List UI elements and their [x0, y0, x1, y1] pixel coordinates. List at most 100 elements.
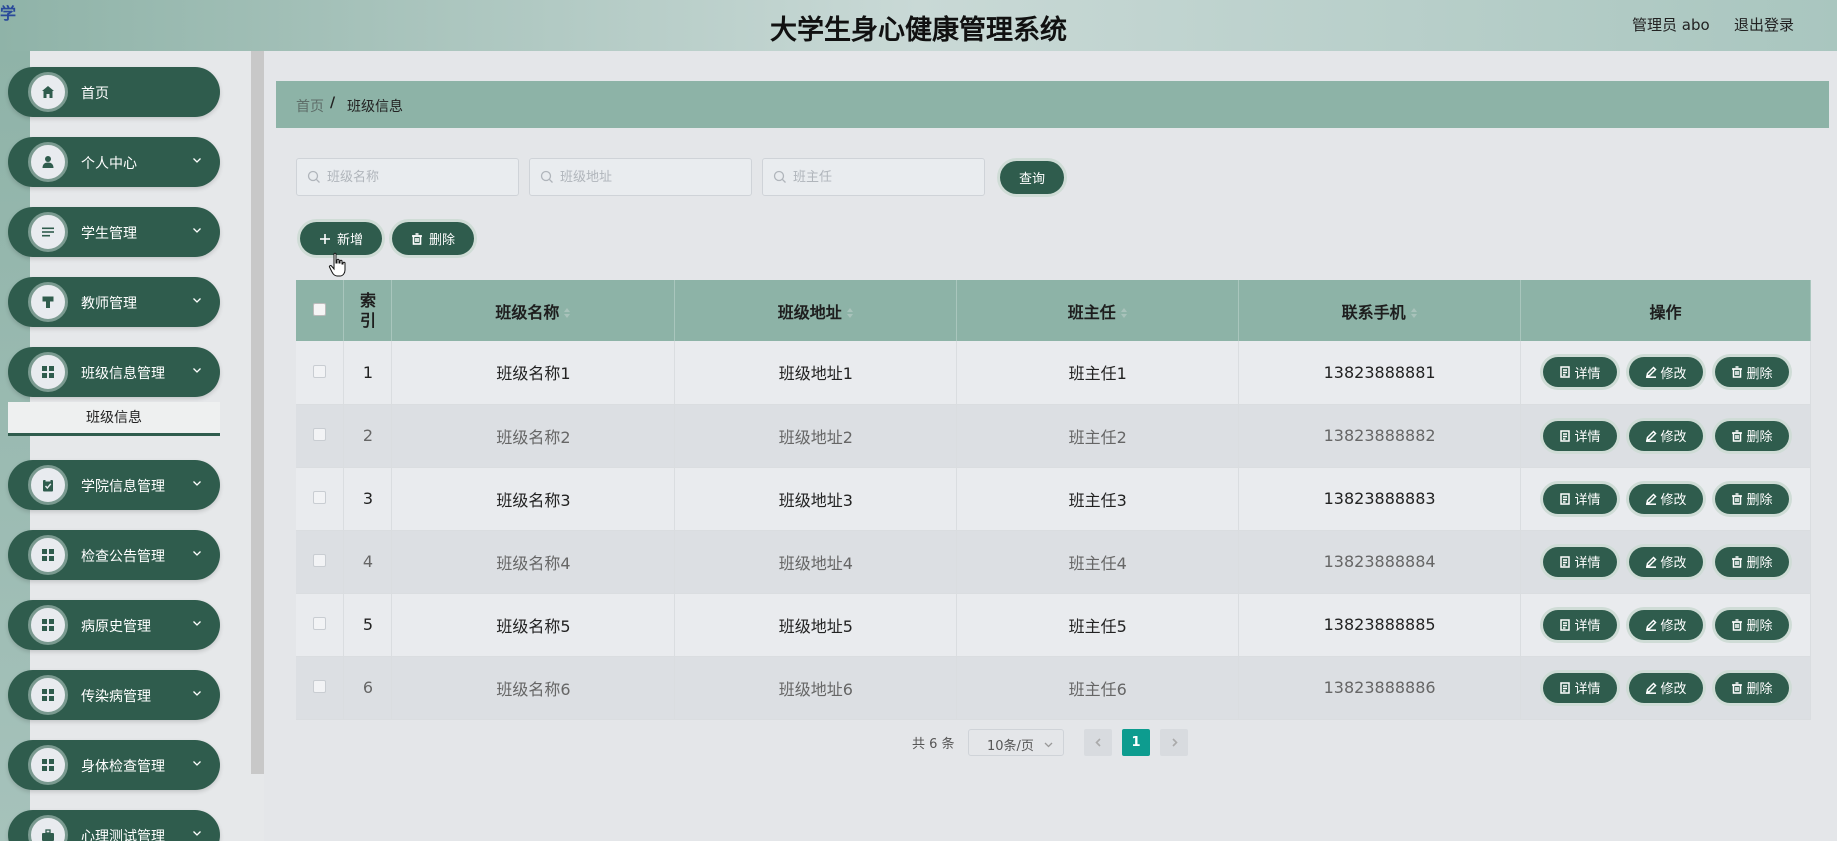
phone-cell: 13823888884	[1238, 530, 1522, 594]
delete-button[interactable]: 删除	[1714, 357, 1789, 388]
sidebar-item[interactable]: 个人中心	[8, 137, 220, 187]
detail-button-label: 详情	[1574, 682, 1601, 697]
edit-button[interactable]: 修改	[1628, 420, 1703, 451]
class-address-header[interactable]: 班级地址	[674, 280, 958, 341]
document-icon	[1559, 429, 1570, 442]
class-name-search-input[interactable]	[327, 159, 512, 195]
trash-icon	[1731, 555, 1742, 568]
detail-button[interactable]: 详情	[1542, 672, 1617, 703]
sidebar-item-label: 班级信息管理	[81, 366, 165, 382]
phone-header[interactable]: 联系手机	[1238, 280, 1522, 341]
phone-header-label: 联系手机	[1341, 302, 1406, 322]
head-teacher-search-input[interactable]	[793, 159, 978, 195]
delete-button-label: 删除	[1746, 366, 1773, 382]
sort-icon	[564, 308, 571, 318]
row-checkbox[interactable]	[313, 554, 327, 567]
detail-button-label: 详情	[1574, 493, 1601, 508]
class-address-cell: 班级地址6	[674, 656, 958, 720]
chevron-down-icon	[193, 551, 201, 556]
class-address-search-field[interactable]	[529, 158, 752, 196]
sidebar-item[interactable]: 学院信息管理	[8, 460, 220, 510]
edit-button[interactable]: 修改	[1628, 672, 1703, 703]
delete-button-label: 删除	[1746, 619, 1773, 634]
sidebar-item[interactable]: 传染病管理	[8, 670, 220, 720]
edit-icon	[1645, 492, 1657, 505]
class-address-search-input[interactable]	[560, 159, 745, 195]
breadcrumb-current: 班级信息	[347, 99, 403, 115]
chevron-down-icon	[193, 691, 201, 696]
class-name-cell: 班级名称4	[391, 530, 676, 594]
trash-icon	[411, 232, 422, 245]
sidebar-item-label: 病原史管理	[81, 619, 151, 635]
delete-button[interactable]: 删除	[1714, 609, 1789, 640]
actions-cell: 详情 修改 删除	[1520, 467, 1811, 531]
sidebar-item[interactable]: 教师管理	[8, 277, 220, 327]
row-select-cell	[296, 341, 345, 405]
class-address-header-label: 班级地址	[777, 302, 842, 322]
breadcrumb-home-link[interactable]: 首页	[296, 96, 324, 116]
select-all-checkbox[interactable]	[313, 303, 327, 316]
pagination-total: 共 6 条	[912, 737, 955, 752]
grid-icon	[42, 366, 54, 378]
sidebar-item[interactable]: 身体检查管理	[8, 740, 220, 790]
batch-delete-button[interactable]: 删除	[392, 222, 474, 255]
head-teacher-header[interactable]: 班主任	[956, 280, 1240, 341]
sidebar-item[interactable]: 学生管理	[8, 207, 220, 257]
detail-button[interactable]: 详情	[1542, 357, 1617, 388]
search-icon	[540, 170, 553, 183]
detail-button[interactable]: 详情	[1542, 546, 1617, 577]
sidebar-item-icon-holder	[28, 815, 68, 841]
current-user-label: 管理员 abo	[1632, 16, 1710, 34]
sidebar-item[interactable]: 心理测试管理	[8, 810, 220, 841]
sidebar-item[interactable]: 检查公告管理	[8, 530, 220, 580]
select-all-cell	[296, 280, 345, 341]
add-button[interactable]: 新增	[300, 222, 382, 255]
detail-button-label: 详情	[1574, 619, 1601, 634]
detail-button[interactable]: 详情	[1542, 483, 1617, 514]
row-checkbox[interactable]	[313, 364, 327, 378]
sidebar-item[interactable]: 班级信息管理	[8, 347, 220, 397]
sidebar-item-label: 个人中心	[81, 156, 137, 172]
hand-cursor-icon	[328, 252, 346, 277]
class-address-cell: 班级地址5	[674, 593, 958, 657]
phone-cell: 13823888882	[1238, 404, 1522, 468]
edit-button[interactable]: 修改	[1628, 546, 1703, 577]
row-select-cell	[296, 530, 345, 594]
page-size-select[interactable]: 10条/页	[968, 729, 1064, 756]
delete-button[interactable]: 删除	[1714, 483, 1789, 514]
row-checkbox[interactable]	[313, 491, 327, 504]
next-page-button[interactable]	[1160, 729, 1188, 756]
edit-button[interactable]: 修改	[1628, 357, 1703, 388]
sidebar-item[interactable]: 首页	[8, 67, 220, 117]
sort-icon	[1120, 308, 1127, 318]
query-button[interactable]: 查询	[1000, 161, 1064, 194]
actions-cell: 详情 修改 删除	[1520, 656, 1811, 720]
class-name-header[interactable]: 班级名称	[391, 280, 676, 341]
edit-button[interactable]: 修改	[1628, 609, 1703, 640]
phone-cell: 13823888883	[1238, 467, 1522, 531]
class-name-cell: 班级名称6	[391, 656, 676, 720]
edit-button[interactable]: 修改	[1628, 483, 1703, 514]
row-checkbox[interactable]	[313, 617, 327, 630]
page-number-button[interactable]: 1	[1122, 729, 1150, 756]
detail-button[interactable]: 详情	[1542, 609, 1617, 640]
logout-link[interactable]: 退出登录	[1734, 14, 1794, 35]
delete-button[interactable]: 删除	[1714, 546, 1789, 577]
submenu-item-class-info[interactable]: 班级信息	[8, 402, 220, 436]
chevron-down-icon	[193, 621, 201, 626]
sidebar-item-icon-holder	[28, 212, 68, 252]
sidebar: 首页个人中心学生管理教师管理班级信息管理学院信息管理 检查公告管理病原史管理传染病…	[0, 51, 264, 841]
class-name-search-field[interactable]	[296, 158, 519, 196]
edit-icon	[1645, 555, 1657, 568]
podium-icon	[42, 296, 54, 308]
detail-button[interactable]: 详情	[1542, 420, 1617, 451]
edit-button-label: 修改	[1660, 682, 1687, 697]
delete-button[interactable]: 删除	[1714, 672, 1789, 703]
row-checkbox[interactable]	[313, 428, 327, 441]
head-teacher-search-field[interactable]	[762, 158, 985, 196]
delete-button[interactable]: 删除	[1714, 420, 1789, 451]
sidebar-item[interactable]: 病原史管理	[8, 600, 220, 650]
sidebar-item-icon-holder	[28, 535, 68, 575]
row-checkbox[interactable]	[313, 680, 327, 693]
prev-page-button[interactable]	[1084, 729, 1112, 756]
